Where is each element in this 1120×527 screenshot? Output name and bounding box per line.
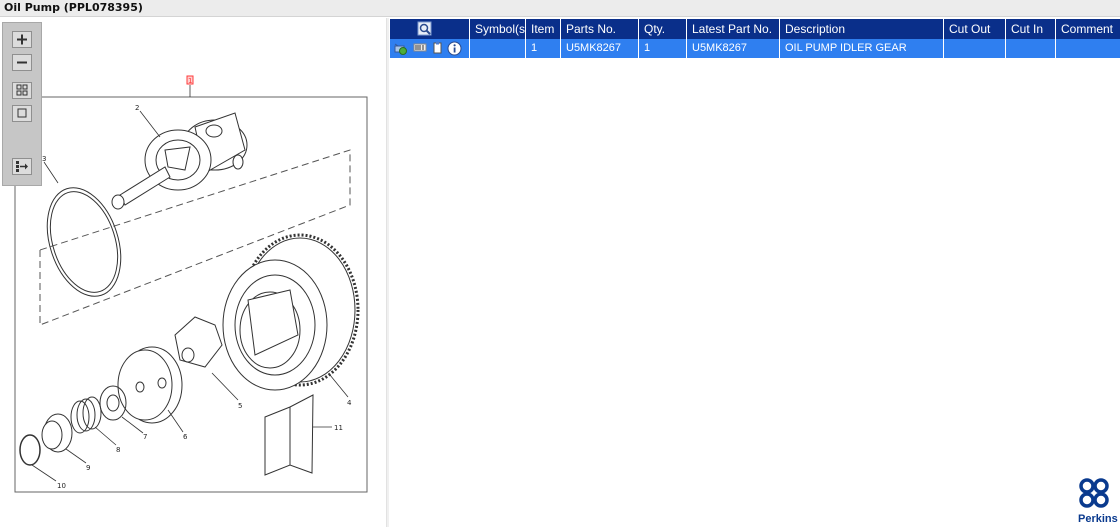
brand-name: Perkins (1078, 513, 1118, 525)
cell-cut-in (1006, 39, 1056, 58)
part-circlip (19, 434, 41, 466)
col-header-cut-out[interactable]: Cut Out (944, 19, 1006, 39)
table-row[interactable]: 1 U5MK8267 1 U5MK8267 OIL PUMP IDLER GEA… (390, 39, 1120, 58)
part-pump-body (111, 112, 248, 210)
table-header: Symbol(s) Item Parts No. Qty. Latest Par… (390, 19, 1120, 39)
list-arrow-icon (16, 161, 28, 172)
exploded-diagram[interactable]: 1 2 3 4 5 6 7 8 9 10 11 (0, 55, 386, 527)
callout-7: 7 (143, 433, 147, 441)
info-icon[interactable] (447, 41, 462, 56)
part-idler-gear (222, 233, 360, 391)
actual-size-button[interactable] (12, 105, 32, 122)
part-label-card (264, 394, 314, 476)
perkins-logo-icon (1079, 478, 1109, 508)
viewer-toolbox (2, 22, 42, 186)
zoom-in-button[interactable] (12, 31, 32, 48)
fit-all-button[interactable] (12, 82, 32, 99)
part-plunger (41, 413, 73, 453)
callout-3: 3 (42, 155, 46, 163)
col-header-item[interactable]: Item (526, 19, 561, 39)
note-icon[interactable] (431, 41, 445, 55)
cell-latest-part-no: U5MK8267 (687, 39, 780, 58)
callout-2: 2 (135, 104, 139, 112)
cell-cut-out (944, 39, 1006, 58)
square-icon (17, 108, 27, 118)
callout-5: 5 (238, 402, 242, 410)
col-header-tools[interactable] (390, 19, 470, 39)
barcode-icon[interactable] (413, 41, 427, 55)
cell-qty: 1 (639, 39, 687, 58)
part-rotor (174, 316, 223, 368)
minus-icon (17, 61, 27, 64)
col-header-description[interactable]: Description (780, 19, 944, 39)
callout-11: 11 (334, 424, 343, 432)
title-bar: Oil Pump (PPL078395) (0, 0, 1120, 17)
export-to-list-button[interactable] (12, 158, 32, 175)
callout-8: 8 (116, 446, 120, 454)
col-header-qty[interactable]: Qty. (639, 19, 687, 39)
col-header-parts-no[interactable]: Parts No. (561, 19, 639, 39)
grid-icon (16, 84, 28, 96)
cell-parts-no: U5MK8267 (561, 39, 639, 58)
col-header-comment[interactable]: Comment (1056, 19, 1120, 39)
brand-logo: Perkins (1074, 476, 1120, 527)
part-spring (70, 396, 102, 434)
col-header-latest-part-no[interactable]: Latest Part No. (687, 19, 780, 39)
callout-10: 10 (57, 482, 66, 490)
search-icon (417, 21, 432, 36)
add-to-cart-icon[interactable] (394, 41, 408, 55)
callout-6: 6 (183, 433, 188, 441)
zoom-out-button[interactable] (12, 54, 32, 71)
part-disc (117, 346, 183, 424)
row-actions (390, 39, 470, 58)
callout-4: 4 (347, 399, 352, 407)
col-header-symbols[interactable]: Symbol(s) (470, 19, 526, 39)
cell-item: 1 (526, 39, 561, 58)
callout-9: 9 (86, 464, 90, 472)
callout-1: 1 (188, 77, 192, 85)
window-title: Oil Pump (PPL078395) (4, 1, 143, 14)
col-header-cut-in[interactable]: Cut In (1006, 19, 1056, 39)
plus-icon (17, 34, 27, 45)
cell-description: OIL PUMP IDLER GEAR (780, 39, 944, 58)
pane-splitter[interactable] (386, 18, 389, 527)
cell-comment (1056, 39, 1120, 58)
cell-symbols (470, 39, 526, 58)
